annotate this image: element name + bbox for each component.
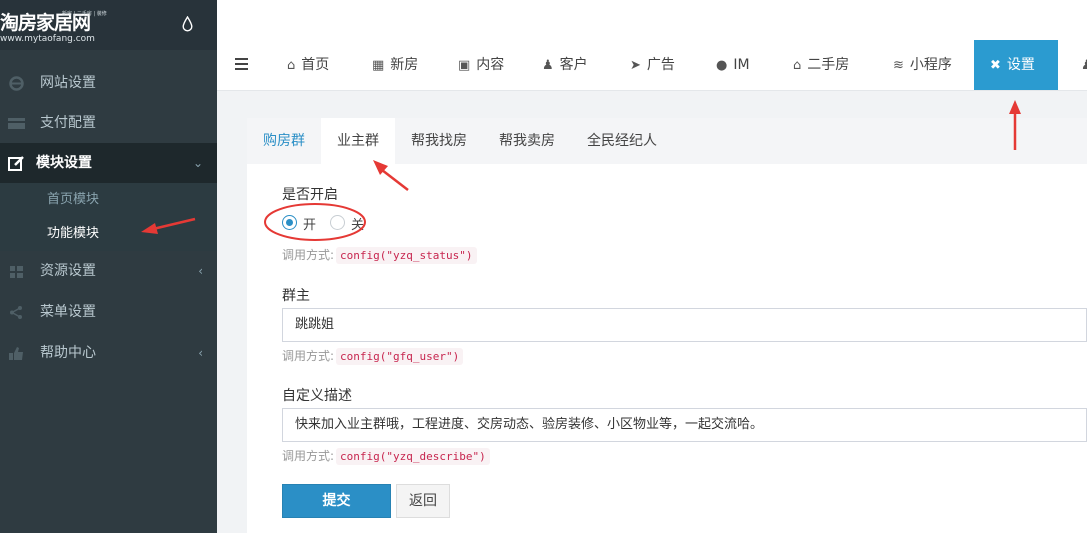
home-icon: ⌂	[287, 58, 296, 73]
user-plus-icon: ♟	[542, 58, 554, 73]
hamburger-menu-icon[interactable]	[235, 58, 248, 70]
status-help: 调用方式: config("yzq_status")	[282, 246, 477, 264]
describe-help: 调用方式: config("yzq_describe")	[282, 447, 490, 465]
describe-config-code: config("yzq_describe")	[336, 448, 490, 465]
settings-panel: 购房群 业主群 帮我找房 帮我卖房 全民经纪人 是否开启 开 关 调用方式: co…	[247, 118, 1087, 533]
building-icon: ▦	[372, 58, 385, 73]
user-icon: ♟	[1081, 58, 1087, 73]
wifi-icon: ≋	[893, 58, 904, 73]
sidebar-item-menu-settings[interactable]: 菜单设置	[0, 292, 217, 332]
sidebar-item-label: 菜单设置	[40, 304, 96, 320]
sidebar-item-resource-settings[interactable]: 资源设置 ‹	[0, 251, 217, 291]
sidebar-item-help-center[interactable]: 帮助中心 ‹	[0, 333, 217, 373]
submit-button[interactable]: 提交	[282, 484, 391, 518]
radio-on[interactable]	[282, 215, 297, 230]
owner-help: 调用方式: config("gfq_user")	[282, 347, 464, 365]
sidebar-subitem-function-module[interactable]: 功能模块	[47, 217, 99, 251]
content-icon: ▣	[458, 58, 471, 73]
sidebar-item-label: 网站设置	[40, 75, 96, 91]
chat-icon: ●	[716, 58, 728, 73]
describe-input[interactable]: 快来加入业主群哦，工程进度、交房动态、验房装修、小区物业等，一起交流哈。	[282, 408, 1087, 442]
chevron-left-icon: ‹	[198, 264, 203, 278]
card-icon	[8, 118, 25, 129]
tab-customer[interactable]: ♟ 客户	[542, 40, 588, 90]
tab-im[interactable]: ● IM	[716, 40, 750, 90]
chevron-down-icon: ⌄	[192, 156, 203, 170]
sidebar-item-website-settings[interactable]: 网站设置	[0, 63, 217, 103]
water-drop-icon[interactable]	[182, 16, 193, 32]
tab-mini-program[interactable]: ≋ 小程序	[893, 40, 952, 90]
owner-config-code: config("gfq_user")	[336, 348, 464, 365]
sidebar-item-module-settings[interactable]: 模块设置 ⌄	[0, 143, 217, 183]
share-icon	[10, 306, 22, 319]
tab-buyer-group[interactable]: 购房群	[263, 118, 305, 164]
tab-home[interactable]: ⌂ 首页	[287, 40, 329, 90]
sidebar-item-label: 支付配置	[40, 115, 96, 131]
tab-sell-house[interactable]: 帮我卖房	[499, 118, 555, 164]
annotation-arrowhead-settings-tab	[1009, 100, 1021, 114]
sidebar-item-label: 模块设置	[36, 155, 92, 171]
brand-tagline: 新房 | 二手房 | 装修	[62, 11, 107, 17]
home-icon: ⌂	[793, 58, 802, 73]
sidebar-item-payment-config[interactable]: 支付配置	[0, 103, 217, 143]
back-button[interactable]: 返回	[396, 484, 450, 518]
sidebar-submenu: 首页模块 功能模块	[0, 183, 217, 251]
send-icon: ➤	[630, 58, 641, 73]
tab-user-partial[interactable]: ♟	[1081, 40, 1087, 90]
tab-content[interactable]: ▣ 内容	[458, 40, 504, 90]
radio-off[interactable]	[330, 215, 345, 230]
sidebar: 淘房家居网 新房 | 二手房 | 装修 www.mytaofang.com 网站…	[0, 0, 217, 533]
status-label: 是否开启	[282, 187, 338, 203]
settings-icon: ✖	[990, 58, 1001, 73]
sidebar-item-label: 帮助中心	[40, 345, 96, 361]
tab-owner-group[interactable]: 业主群	[321, 118, 395, 164]
group-tabs: 购房群 业主群 帮我找房 帮我卖房 全民经纪人	[247, 118, 1087, 164]
thumbs-up-icon	[9, 347, 23, 360]
brand-url: www.mytaofang.com	[0, 34, 95, 44]
top-nav: ⌂ 首页 ▦ 新房 ▣ 内容 ♟ 客户 ➤ 广告 ● IM ⌂ 二手房 ≋ 小程序 ✖ 设置 ♟	[217, 0, 1087, 91]
sidebar-item-label: 资源设置	[40, 263, 96, 279]
radio-on-label[interactable]: 开	[303, 214, 316, 233]
owner-input[interactable]: 跳跳姐	[282, 308, 1087, 342]
tab-second-hand[interactable]: ⌂ 二手房	[793, 40, 849, 90]
tab-find-house[interactable]: 帮我找房	[411, 118, 467, 164]
ie-icon	[9, 76, 24, 91]
owner-label: 群主	[282, 288, 310, 304]
describe-label: 自定义描述	[282, 388, 352, 404]
chevron-left-icon: ‹	[198, 346, 203, 360]
sidebar-subitem-home-module[interactable]: 首页模块	[47, 183, 99, 217]
tab-ads[interactable]: ➤ 广告	[630, 40, 675, 90]
grid-icon	[10, 266, 23, 278]
edit-icon	[8, 156, 24, 171]
tab-new-house[interactable]: ▦ 新房	[372, 40, 418, 90]
logo[interactable]: 淘房家居网 新房 | 二手房 | 装修 www.mytaofang.com	[0, 0, 217, 50]
tab-agent[interactable]: 全民经纪人	[587, 118, 657, 164]
tab-settings[interactable]: ✖ 设置	[974, 40, 1058, 90]
status-config-code: config("yzq_status")	[336, 247, 477, 264]
radio-off-label[interactable]: 关	[351, 214, 364, 233]
